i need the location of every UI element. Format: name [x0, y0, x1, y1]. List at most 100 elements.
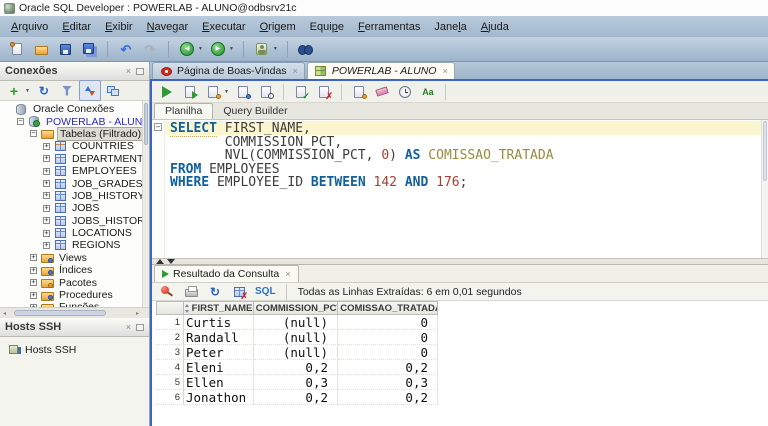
- tab-query-result[interactable]: Resultado da Consulta ×: [154, 265, 299, 282]
- expand-icon[interactable]: +: [43, 142, 50, 150]
- data-cell[interactable]: 0,3: [254, 375, 338, 390]
- tree-item-countries[interactable]: + COUNTRIES: [0, 140, 149, 152]
- tree-vertical-scrollbar[interactable]: [142, 101, 149, 307]
- tree-item-ndices[interactable]: + Índices: [0, 264, 149, 276]
- data-cell[interactable]: 0,2: [338, 360, 438, 375]
- row-number-cell[interactable]: 1: [156, 315, 184, 330]
- add-connection-button[interactable]: + ▼: [3, 80, 32, 101]
- print-result-button[interactable]: [180, 281, 202, 302]
- ssh-item-hosts-ssh[interactable]: Hosts SSH: [6, 343, 143, 356]
- save-all-button[interactable]: [78, 39, 100, 60]
- row-number-cell[interactable]: 3: [156, 345, 184, 360]
- splitter-up-icon[interactable]: [156, 259, 164, 264]
- fetch-all-button[interactable]: ↻: [204, 281, 226, 302]
- collapse-icon[interactable]: −: [30, 130, 37, 138]
- sql-tuning-button[interactable]: [255, 81, 277, 102]
- sql-link[interactable]: SQL: [252, 286, 279, 297]
- restore-icon[interactable]: [136, 323, 144, 331]
- change-case-button[interactable]: Aa: [417, 81, 439, 102]
- connections-user-button[interactable]: ▼: [251, 39, 280, 60]
- menu-janela[interactable]: Janela: [427, 19, 473, 35]
- search-button[interactable]: [295, 39, 317, 60]
- cancel-grid-button[interactable]: ✗: [228, 281, 250, 302]
- tree-item-views[interactable]: + Views: [0, 252, 149, 264]
- dropdown-caret-icon[interactable]: ▼: [229, 46, 234, 52]
- table-row[interactable]: 2 Randall (null) 0: [156, 330, 768, 345]
- scroll-left-icon[interactable]: ◂: [3, 310, 6, 317]
- menu-arquivo[interactable]: Arquivo: [4, 19, 55, 35]
- data-cell[interactable]: 0,2: [254, 360, 338, 375]
- tab-powerlab-aluno[interactable]: POWERLAB - ALUNO ×: [306, 62, 455, 79]
- menu-ajuda[interactable]: Ajuda: [474, 19, 516, 35]
- tree-item-employees[interactable]: + EMPLOYEES: [0, 165, 149, 177]
- menu-origem[interactable]: Origem: [253, 19, 303, 35]
- rollback-button[interactable]: ✗: [313, 81, 335, 102]
- tree-item-procedures[interactable]: + Procedures: [0, 289, 149, 301]
- sql-editor[interactable]: − SELECT FIRST_NAME, COMMISSION_PCT, NVL…: [152, 120, 768, 258]
- expand-icon[interactable]: +: [43, 229, 50, 237]
- dropdown-caret-icon[interactable]: ▼: [273, 46, 278, 52]
- scroll-right-icon[interactable]: ▸: [136, 310, 139, 317]
- data-cell[interactable]: (null): [254, 330, 338, 345]
- tree-item-departments[interactable]: + DEPARTMENTS: [0, 153, 149, 165]
- go-back-button[interactable]: ◀ ▼: [176, 39, 205, 60]
- refresh-button[interactable]: ↻: [33, 80, 55, 101]
- menu-exibir[interactable]: Exibir: [98, 19, 140, 35]
- table-row[interactable]: 4 Eleni 0,2 0,2: [156, 360, 768, 375]
- expand-icon[interactable]: +: [43, 217, 50, 225]
- expand-icon[interactable]: +: [30, 266, 37, 274]
- tab-p-gina-de-boas-vindas[interactable]: Página de Boas-Vindas ×: [152, 62, 305, 79]
- table-row[interactable]: 5 Ellen 0,3 0,3: [156, 375, 768, 390]
- tree-item-locations[interactable]: + LOCATIONS: [0, 227, 149, 239]
- data-cell[interactable]: (null): [254, 315, 338, 330]
- sort-button[interactable]: [78, 80, 101, 101]
- menu-editar[interactable]: Editar: [55, 19, 98, 35]
- tree-item-job-grades[interactable]: + JOB_GRADES: [0, 177, 149, 190]
- dropdown-caret-icon[interactable]: ▼: [224, 89, 229, 95]
- expand-icon[interactable]: +: [43, 180, 50, 188]
- run-statement-button[interactable]: [156, 81, 178, 102]
- undo-button[interactable]: ↶: [115, 39, 137, 60]
- expand-icon[interactable]: +: [43, 204, 50, 212]
- restore-icon[interactable]: [136, 67, 144, 75]
- data-cell[interactable]: Curtis: [184, 315, 254, 330]
- code-fold-icon[interactable]: −: [154, 123, 162, 131]
- menu-navegar[interactable]: Navegar: [140, 19, 196, 35]
- expand-icon[interactable]: +: [43, 167, 50, 175]
- close-icon[interactable]: ×: [126, 322, 131, 332]
- open-file-button[interactable]: [30, 39, 52, 60]
- redo-button[interactable]: ↷: [139, 39, 161, 60]
- splitter-bar[interactable]: [152, 258, 768, 265]
- row-number-cell[interactable]: 4: [156, 360, 184, 375]
- menu-equipe[interactable]: Equipe: [303, 19, 351, 35]
- editor-scrollbar[interactable]: [761, 120, 768, 258]
- splitter-down-icon[interactable]: [167, 259, 175, 264]
- row-number-cell[interactable]: 2: [156, 330, 184, 345]
- data-cell[interactable]: Peter: [184, 345, 254, 360]
- save-button[interactable]: [54, 39, 76, 60]
- tree-item-jobs[interactable]: + JOBS: [0, 202, 149, 214]
- column-header-first-name[interactable]: FIRST_NAME: [184, 301, 254, 315]
- expand-icon[interactable]: +: [43, 192, 50, 200]
- close-icon[interactable]: ×: [442, 66, 447, 76]
- run-script-button[interactable]: [179, 81, 201, 102]
- tree-item-oracle-conex-es[interactable]: Oracle Conexões: [0, 103, 149, 115]
- tree-item-tabelas-filtrado[interactable]: − Tabelas (Filtrado): [0, 126, 149, 141]
- data-cell[interactable]: 0,3: [338, 375, 438, 390]
- data-cell[interactable]: 0: [338, 315, 438, 330]
- go-forward-button[interactable]: ▶ ▼: [207, 39, 236, 60]
- data-cell[interactable]: 0: [338, 330, 438, 345]
- expand-icon[interactable]: +: [43, 241, 50, 249]
- filter-button[interactable]: [56, 80, 78, 101]
- column-header-commission-pct[interactable]: COMMISSION_PCT: [254, 301, 338, 315]
- dropdown-caret-icon[interactable]: ▼: [25, 88, 30, 94]
- menu-ferramentas[interactable]: Ferramentas: [351, 19, 427, 35]
- collapse-all-button[interactable]: [102, 80, 124, 101]
- commit-button[interactable]: ✓: [290, 81, 312, 102]
- sort-icon[interactable]: [184, 303, 190, 313]
- close-icon[interactable]: ×: [126, 66, 131, 76]
- sql-history-button[interactable]: [394, 81, 416, 102]
- dropdown-caret-icon[interactable]: ▼: [198, 46, 203, 52]
- tree-item-job-history[interactable]: + JOB_HISTORY: [0, 190, 149, 202]
- close-icon[interactable]: ×: [293, 66, 298, 76]
